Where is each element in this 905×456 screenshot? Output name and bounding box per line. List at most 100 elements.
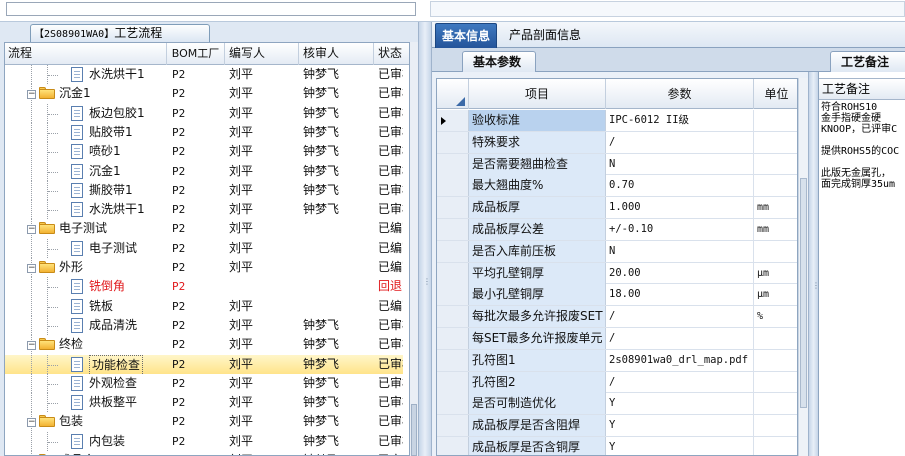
- param-value-cell[interactable]: 1.000: [606, 197, 754, 219]
- grid-vertical-scrollbar[interactable]: [798, 78, 808, 456]
- tree-row[interactable]: 外观检查 P2 刘平 钟梦飞 已审核: [5, 373, 403, 393]
- tree-row[interactable]: −成品仓P2刘平钟梦飞已审核: [5, 451, 403, 455]
- param-unit-cell[interactable]: [754, 241, 797, 262]
- tree-node[interactable]: 水洗烘干1: [5, 65, 167, 84]
- tree-node[interactable]: 贴胶带1: [5, 122, 167, 142]
- param-row[interactable]: 孔符图1 2s08901wa0_drl_map.pdf: [437, 349, 797, 372]
- tree-node[interactable]: 喷砂1: [5, 142, 167, 162]
- param-unit-cell[interactable]: [754, 415, 797, 436]
- param-unit-cell[interactable]: [754, 372, 797, 393]
- row-selector[interactable]: [437, 131, 469, 153]
- param-value-cell[interactable]: Y: [606, 415, 754, 437]
- tree-row[interactable]: − 包装 P2 刘平 钟梦飞 已审核: [5, 412, 403, 432]
- param-unit-cell[interactable]: mm: [754, 197, 797, 218]
- param-unit-cell[interactable]: [754, 110, 797, 131]
- tree-row[interactable]: − 沉金1 P2 刘平 钟梦飞 已审核: [5, 84, 403, 104]
- row-selector[interactable]: [437, 218, 469, 240]
- process-flow-tab[interactable]: 【2S08901WA0】工艺流程: [30, 24, 210, 42]
- tree-node[interactable]: 铣板: [5, 296, 167, 316]
- row-selector[interactable]: [437, 436, 469, 455]
- param-value-cell[interactable]: N: [606, 153, 754, 175]
- param-unit-cell[interactable]: [754, 393, 797, 414]
- param-value-cell[interactable]: 20.00: [606, 262, 754, 284]
- param-row[interactable]: 最大翘曲度% 0.70: [437, 175, 797, 198]
- param-row[interactable]: 是否入库前压板 N: [437, 240, 797, 263]
- param-row[interactable]: 是否需要翘曲检查 N: [437, 153, 797, 176]
- param-row[interactable]: 孔符图2/: [437, 371, 797, 394]
- column-header-flow[interactable]: 流程: [5, 43, 167, 65]
- tree-row[interactable]: 水洗烘干1 P2 刘平 钟梦飞 已审核: [5, 200, 403, 220]
- column-header-bom-factory[interactable]: BOM工厂: [167, 43, 225, 65]
- row-selector[interactable]: [437, 327, 469, 349]
- notes-text[interactable]: 符合ROHS10 金手指硬金硬 KNOOP，已评审C 提供ROHS5的COC 此…: [821, 102, 905, 190]
- tree-vertical-scrollbar[interactable]: [410, 42, 418, 456]
- top-field[interactable]: [6, 2, 416, 16]
- row-selector[interactable]: [437, 175, 469, 197]
- grid-scroll-thumb[interactable]: [800, 178, 807, 408]
- tab-product-section-info[interactable]: 产品剖面信息: [503, 23, 587, 48]
- tree-row[interactable]: 内包装 P2 刘平 钟梦飞 已审核: [5, 431, 403, 451]
- tree-row[interactable]: 铣倒角 P2 回退: [5, 277, 403, 297]
- row-selector[interactable]: [437, 393, 469, 415]
- param-value-cell[interactable]: Y: [606, 393, 754, 415]
- tree-node[interactable]: − 终检: [5, 335, 167, 355]
- tree-row[interactable]: − 终检 P2 刘平 钟梦飞 已审核: [5, 335, 403, 355]
- collapse-icon[interactable]: −: [27, 264, 36, 273]
- row-selector[interactable]: [437, 306, 469, 328]
- param-row[interactable]: 成品板厚是否含阻焊 Y: [437, 415, 797, 437]
- tab-process-notes[interactable]: 工艺备注: [830, 51, 905, 72]
- param-value-cell[interactable]: IPC-6012 II级: [606, 110, 754, 131]
- top-scrollbar[interactable]: [430, 1, 905, 17]
- row-selector[interactable]: [437, 415, 469, 437]
- column-header-param[interactable]: 参数: [606, 79, 754, 109]
- param-value-cell[interactable]: N: [606, 240, 754, 262]
- param-row[interactable]: 成品板厚公差 +/-0.10 mm: [437, 218, 797, 241]
- tree-node[interactable]: 电子测试: [5, 238, 167, 258]
- param-unit-cell[interactable]: %: [754, 306, 797, 327]
- main-splitter[interactable]: ⋮: [418, 22, 432, 456]
- column-header-writer[interactable]: 编写人: [225, 43, 299, 65]
- tree-row[interactable]: 沉金1 P2 刘平 钟梦飞 已审核: [5, 161, 403, 181]
- row-selector[interactable]: [437, 262, 469, 284]
- param-row[interactable]: 特殊要求 /: [437, 131, 797, 154]
- row-selector[interactable]: [437, 197, 469, 219]
- row-selector[interactable]: [437, 284, 469, 306]
- tree-row[interactable]: 成品清洗 P2 刘平 钟梦飞 已审核: [5, 315, 403, 335]
- param-unit-cell[interactable]: μm: [754, 284, 797, 305]
- param-row[interactable]: 每SET最多允许报废单元 /: [437, 327, 797, 350]
- param-row[interactable]: 每批次最多允许报废SET /%: [437, 306, 797, 328]
- column-header-item[interactable]: 项目: [469, 79, 606, 109]
- param-value-cell[interactable]: 18.00: [606, 284, 754, 306]
- param-value-cell[interactable]: Y: [606, 436, 754, 455]
- param-unit-cell[interactable]: mm: [754, 219, 797, 240]
- param-row[interactable]: 成品板厚 1.000 mm: [437, 197, 797, 219]
- row-selector[interactable]: [437, 153, 469, 175]
- tree-row[interactable]: 板边包胶1 P2 刘平 钟梦飞 已审核: [5, 103, 403, 123]
- param-unit-cell[interactable]: [754, 132, 797, 153]
- tree-node[interactable]: 烘板整平: [5, 393, 167, 413]
- param-row[interactable]: 成品板厚是否含铜厚 Y: [437, 436, 797, 455]
- param-unit-cell[interactable]: [754, 154, 797, 175]
- column-header-status[interactable]: 状态: [374, 43, 409, 65]
- tree-node[interactable]: − 沉金1: [5, 84, 167, 104]
- param-unit-cell[interactable]: [754, 350, 797, 371]
- tree-node[interactable]: − 电子测试: [5, 219, 167, 239]
- param-unit-cell[interactable]: [754, 437, 797, 455]
- tree-node[interactable]: 成品清洗: [5, 315, 167, 335]
- notes-splitter[interactable]: ⋮: [808, 72, 820, 456]
- param-row[interactable]: 是否可制造优化 Y: [437, 393, 797, 416]
- tab-basic-params[interactable]: 基本参数: [462, 51, 536, 72]
- tree-row[interactable]: 贴胶带1 P2 刘平 钟梦飞 已审核: [5, 122, 403, 142]
- grid-corner[interactable]: [437, 79, 469, 109]
- tree-row[interactable]: 撕胶带1 P2 刘平 钟梦飞 已审核: [5, 180, 403, 200]
- collapse-icon[interactable]: −: [27, 341, 36, 351]
- row-selector[interactable]: [437, 110, 469, 131]
- tree-row[interactable]: 喷砂1 P2 刘平 钟梦飞 已审核: [5, 142, 403, 162]
- tree-node[interactable]: − 外形: [5, 258, 167, 277]
- tree-node[interactable]: 功能检查: [5, 354, 167, 374]
- tree-node[interactable]: 外观检查: [5, 373, 167, 393]
- tree-scroll-thumb[interactable]: [411, 404, 417, 456]
- param-unit-cell[interactable]: [754, 328, 797, 349]
- tree-node[interactable]: 铣倒角: [5, 277, 167, 297]
- tree-row[interactable]: 电子测试 P2 刘平 已编写: [5, 238, 403, 258]
